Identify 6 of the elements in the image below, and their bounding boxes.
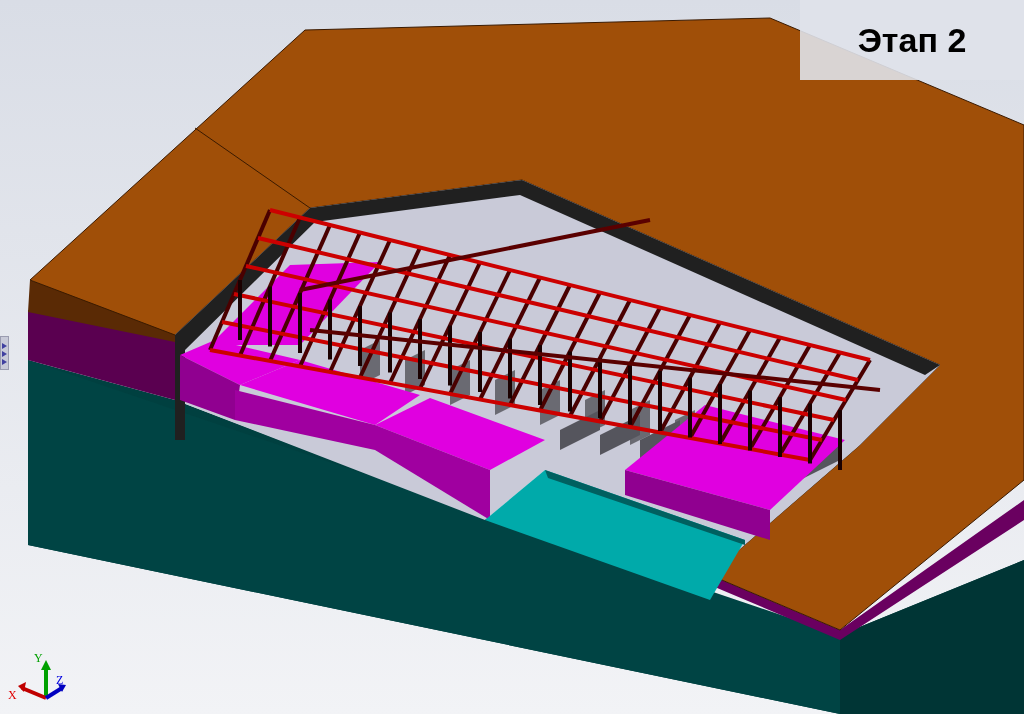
axis-label: X <box>8 688 17 702</box>
stage-label: Этап 2 <box>800 0 1024 80</box>
axis-label: Z <box>56 673 64 687</box>
panel-toggle-handle[interactable] <box>0 336 9 370</box>
axis-triad-drawing <box>18 660 66 700</box>
axis-label: Y <box>34 651 43 665</box>
